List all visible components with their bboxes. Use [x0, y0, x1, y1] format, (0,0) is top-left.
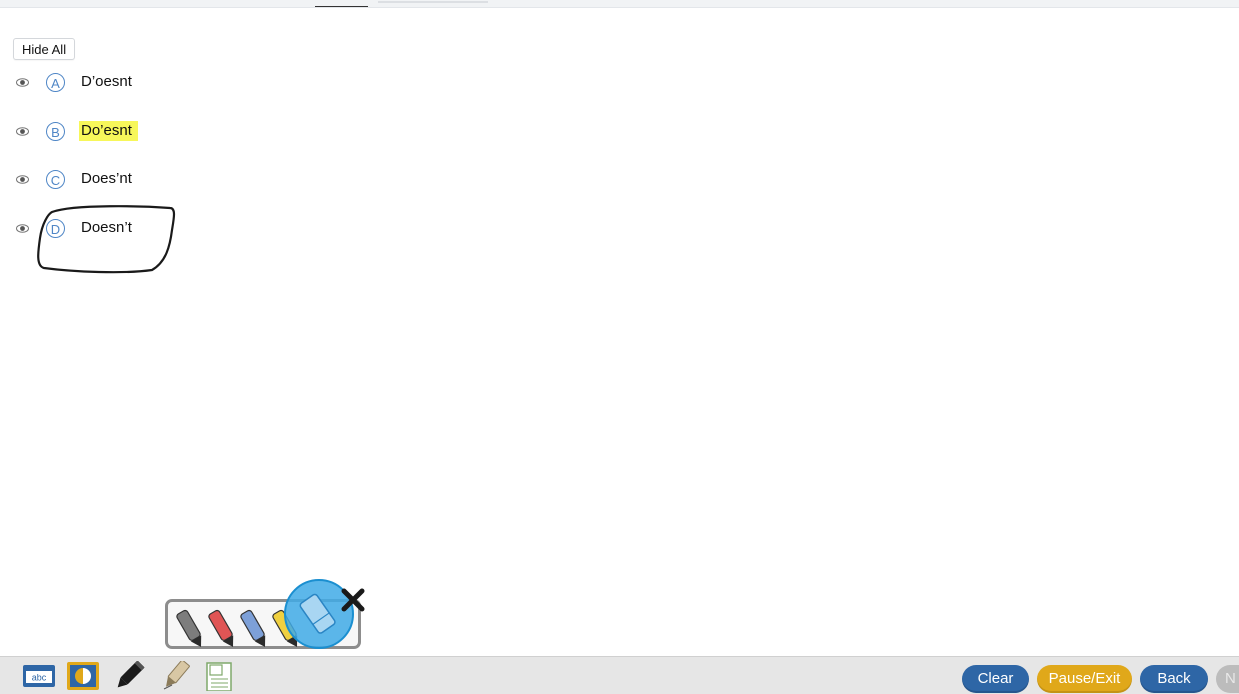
answer-option-a[interactable]: A D’oesnt — [16, 68, 138, 96]
notes-icon[interactable] — [202, 661, 236, 691]
bottom-toolbar: abc Clear Pause/Exit Back N — [0, 656, 1239, 694]
option-text-highlighted: Do’esnt — [79, 121, 138, 141]
eye-icon[interactable] — [16, 174, 29, 184]
clear-button[interactable]: Clear — [962, 665, 1029, 693]
contrast-icon[interactable] — [66, 661, 100, 691]
close-palette-icon[interactable] — [339, 586, 367, 614]
pencil-icon[interactable] — [112, 661, 146, 691]
question-text-fragment — [378, 1, 488, 3]
eye-icon[interactable] — [16, 223, 29, 233]
red-marker-icon[interactable] — [208, 609, 238, 650]
svg-text:abc: abc — [32, 673, 47, 683]
option-letter: B — [46, 121, 65, 141]
option-letter: C — [46, 169, 65, 189]
highlighter-icon[interactable] — [158, 661, 192, 691]
back-button[interactable]: Back — [1140, 665, 1208, 693]
option-letter: A — [46, 72, 65, 92]
blue-marker-icon[interactable] — [240, 609, 270, 650]
pause-exit-button[interactable]: Pause/Exit — [1037, 665, 1132, 693]
question-underline — [315, 6, 368, 7]
option-text: Does’nt — [81, 170, 132, 187]
pen-annotation-circle — [37, 205, 176, 274]
text-abc-icon[interactable]: abc — [22, 661, 56, 691]
answer-option-c[interactable]: C Does’nt — [16, 165, 138, 193]
next-button[interactable]: N — [1216, 665, 1239, 693]
eye-icon[interactable] — [16, 77, 29, 87]
grey-marker-icon[interactable] — [176, 609, 206, 650]
eye-icon[interactable] — [16, 126, 29, 136]
hide-all-button[interactable]: Hide All — [13, 38, 76, 60]
answer-option-b[interactable]: B Do’esnt — [16, 117, 138, 145]
top-strip — [0, 0, 1239, 8]
option-text: D’oesnt — [81, 73, 132, 90]
